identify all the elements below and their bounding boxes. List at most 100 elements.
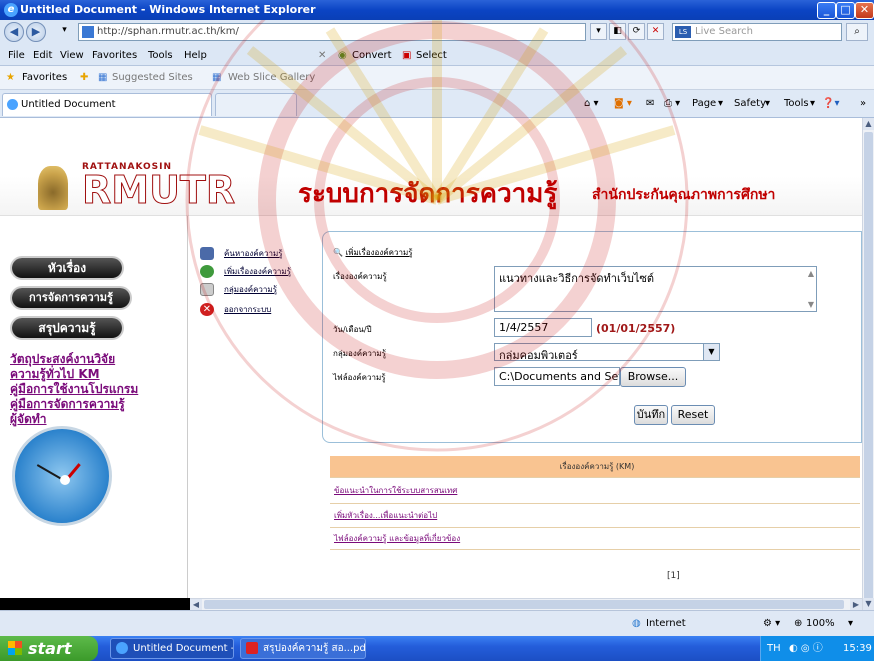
tray-icons[interactable]: ◐ ◎ ⓘ	[789, 636, 823, 661]
page-menu[interactable]: Page	[692, 90, 716, 118]
address-toolbar: ◀ ▶ ▾ http://sphan.rmutr.ac.th/km/ ▾ ◧ ⟳…	[0, 20, 874, 66]
label-title: เรื่ององค์ความรู้	[333, 272, 387, 281]
recent-pages-dropdown[interactable]: ▾	[56, 23, 73, 40]
menu-logout[interactable]: ✕ ออกจากระบบ	[196, 303, 271, 317]
link-authors[interactable]: ผู้จัดทำ	[10, 410, 47, 429]
table-row: ไฟล์องค์ความรู้ และข้อมูลที่เกี่ยวข้อง	[330, 528, 860, 550]
search-input[interactable]: LS Live Search	[672, 23, 842, 41]
table-header: เรื่ององค์ความรู้ (KM)	[330, 456, 860, 478]
chevron-more-icon[interactable]: »	[860, 90, 866, 118]
back-button[interactable]: ◀	[4, 22, 24, 42]
suggested-sites-link[interactable]: Suggested Sites	[112, 66, 193, 90]
zoom-level[interactable]: 100%	[806, 611, 835, 637]
save-button[interactable]: บันทึก	[634, 405, 668, 425]
menu-km-group[interactable]: กลุ่มองค์ความรู้	[196, 283, 277, 297]
web-slice-link[interactable]: Web Slice Gallery	[228, 66, 315, 90]
close-toolbar-icon[interactable]: ✕	[318, 46, 326, 66]
scroll-left-icon[interactable]: ◀	[190, 599, 202, 610]
scroll-down-icon[interactable]: ▼	[863, 598, 874, 610]
tools-menu[interactable]: Tools	[784, 90, 809, 118]
print-icon[interactable]: ⎙ ▾	[664, 90, 680, 118]
vertical-scrollbar[interactable]: ▲ ▼	[862, 118, 874, 610]
km-link-2[interactable]: เพิ่มหัวเรื่อง...เพื่อแนะนำต่อไป	[334, 511, 437, 520]
left-nav: หัวเรื่อง การจัดการความรู้ สรุปความรู้ ว…	[0, 216, 187, 598]
maximize-button[interactable]: □	[836, 2, 855, 19]
close-button[interactable]: ✕	[855, 2, 874, 19]
favorites-button[interactable]: Favorites	[22, 66, 67, 90]
search-button[interactable]: ⌕	[846, 23, 868, 41]
form-header-text: เพิ่มเรื่ององค์ความรู้	[345, 248, 413, 257]
file-path-input[interactable]: C:\Documents and Setti	[494, 367, 620, 386]
menu-add-km[interactable]: เพิ่มเรื่ององค์ความรู้	[196, 265, 291, 279]
convert-button[interactable]: Convert	[352, 46, 392, 66]
form-header: 🔍 เพิ่มเรื่ององค์ความรู้	[333, 246, 413, 259]
tab-bar: Untitled Document ⌂ ▾ ◙ ▾ ✉ ⎙ ▾ Page ▾ S…	[0, 90, 874, 118]
menu-search-km[interactable]: ค้นหาองค์ความรู้	[196, 247, 283, 261]
protected-mode-icon[interactable]: ⚙ ▾	[763, 611, 780, 637]
pill-summary[interactable]: สรุปความรู้	[12, 318, 122, 338]
tools-menu-chevron-icon: ▾	[810, 98, 816, 109]
tab-title: Untitled Document	[21, 99, 116, 110]
ie-logo-icon: e	[4, 3, 18, 17]
mail-icon[interactable]: ✉	[646, 90, 654, 118]
task-pdf[interactable]: สรุปองค์ความรู้ สอ...pd...	[240, 638, 366, 659]
menu-file[interactable]: File	[8, 46, 25, 66]
pill-topic[interactable]: หัวเรื่อง	[12, 258, 122, 278]
pill-km[interactable]: การจัดการความรู้	[12, 288, 130, 308]
help-icon[interactable]: ❓▾	[822, 90, 839, 118]
date-format-hint: (01/01/2557)	[596, 322, 676, 335]
language-indicator[interactable]: TH	[767, 636, 781, 661]
reset-button[interactable]: Reset	[671, 405, 715, 425]
live-search-icon: LS	[675, 26, 691, 38]
pagination[interactable]: [1]	[667, 571, 680, 581]
home-icon[interactable]: ⌂ ▾	[584, 90, 599, 118]
taskbar: start Untitled Document - ... สรุปองค์คว…	[0, 636, 874, 661]
stop-icon[interactable]: ✕	[647, 23, 664, 40]
zone-label: Internet	[646, 618, 686, 629]
ie-tab-icon	[7, 99, 18, 110]
select-button[interactable]: Select	[416, 46, 447, 66]
textarea-scroll-down-icon[interactable]: ▼	[808, 300, 814, 309]
scroll-up-icon[interactable]: ▲	[863, 118, 874, 130]
label-group: กลุ่มองค์ความรู้	[333, 349, 386, 358]
menu-tools[interactable]: Tools	[148, 46, 173, 66]
zoom-chevron-icon[interactable]: ▾	[848, 611, 853, 637]
globe-icon	[200, 265, 214, 278]
scroll-right-icon[interactable]: ▶	[850, 599, 862, 610]
address-url: http://sphan.rmutr.ac.th/km/	[97, 26, 239, 37]
km-table: เรื่ององค์ความรู้ (KM) ข้อแนะนำในการใช้ร…	[330, 456, 860, 550]
km-link-3[interactable]: ไฟล์องค์ความรู้ และข้อมูลที่เกี่ยวข้อง	[334, 534, 460, 543]
title-textarea[interactable]: แนวทางและวิธีการจัดทำเว็บไซต์ ▲ ▼	[494, 266, 817, 312]
safety-menu[interactable]: Safety	[734, 90, 766, 118]
address-dropdown-button[interactable]: ▾	[590, 23, 607, 40]
chevron-down-icon[interactable]: ▼	[703, 344, 719, 360]
address-input[interactable]: http://sphan.rmutr.ac.th/km/	[78, 23, 586, 41]
textarea-scroll-up-icon[interactable]: ▲	[808, 269, 814, 278]
menu-logout-label: ออกจากระบบ	[224, 305, 272, 314]
refresh-icon[interactable]: ⟳	[628, 23, 645, 40]
browse-button[interactable]: Browse...	[620, 367, 686, 387]
zoom-icon: ⊕	[794, 618, 803, 629]
compat-view-icon[interactable]: ◧	[609, 23, 626, 40]
start-button[interactable]: start	[0, 636, 98, 661]
group-select[interactable]: กลุ่มคอมพิวเตอร์ ▼	[494, 343, 720, 361]
menu-view[interactable]: View	[60, 46, 84, 66]
minimize-button[interactable]: _	[817, 2, 836, 19]
add-favorite-icon[interactable]: ✚	[80, 66, 88, 90]
web-slice-icon: ▦	[212, 72, 222, 83]
menu-favorites[interactable]: Favorites	[92, 46, 137, 66]
date-input[interactable]: 1/4/2557	[494, 318, 592, 337]
task-ie[interactable]: Untitled Document - ...	[110, 638, 234, 659]
hscroll-thumb[interactable]	[204, 600, 844, 609]
window-titlebar: e Untitled Document - Windows Internet E…	[0, 0, 874, 20]
group-select-value: กลุ่มคอมพิวเตอร์	[499, 349, 578, 361]
feeds-icon[interactable]: ◙ ▾	[614, 90, 632, 118]
tab-untitled-document[interactable]: Untitled Document	[2, 93, 212, 116]
forward-button[interactable]: ▶	[26, 22, 46, 42]
horizontal-scrollbar[interactable]: ◀ ▶	[190, 598, 862, 610]
vscroll-thumb[interactable]	[864, 132, 873, 602]
new-tab-button[interactable]	[215, 93, 297, 116]
menu-edit[interactable]: Edit	[33, 46, 52, 66]
menu-help[interactable]: Help	[184, 46, 207, 66]
km-link-1[interactable]: ข้อแนะนำในการใช้ระบบสารสนเทศ	[334, 486, 457, 495]
